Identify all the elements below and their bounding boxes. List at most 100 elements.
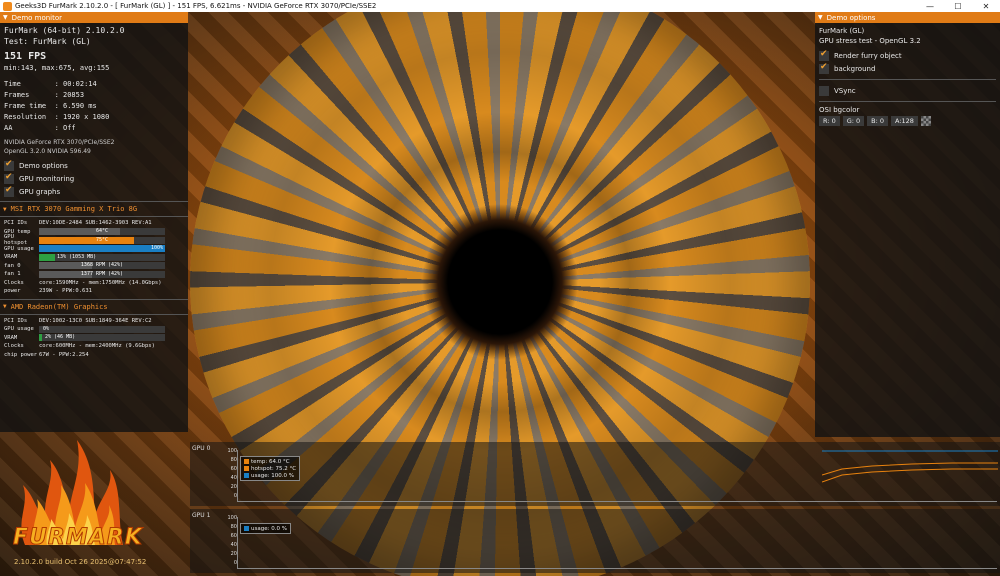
collapse-triangle-icon[interactable]: ▼ <box>3 206 7 213</box>
stat-label: chip power <box>4 351 38 358</box>
clocks-value: core:1590MHz - mem:1750MHz (14.0Gbps) <box>39 279 162 286</box>
pci-ids-value: DEV:1002-13C0 SUB:1849-364E REV:C2 <box>39 317 152 324</box>
gpu1-header[interactable]: ▼ AMD Radeon(TM) Graphics <box>0 302 188 312</box>
demo-options-header[interactable]: ▼ Demo options <box>815 12 1000 23</box>
gpu-usage-bar: 100% <box>39 245 165 253</box>
gpu0-header[interactable]: ▼ MSI RTX 3070 Gamming X Trio 8G <box>0 204 188 214</box>
vsync-checkbox[interactable]: VSync <box>819 84 996 97</box>
window-title: Geeks3D FurMark 2.10.2.0 - [ FurMark (GL… <box>15 2 377 10</box>
checkbox-label: Render furry object <box>834 51 902 60</box>
osi-g-field[interactable]: G: 0 <box>842 116 865 126</box>
stat-label: GPU hotspot <box>4 234 28 247</box>
bar-text: 1368 RPM (42%) <box>80 262 124 269</box>
legend-hotspot: hotspot: 75.2 °C <box>251 465 297 472</box>
minimize-button[interactable]: — <box>916 0 944 12</box>
furmark-logo-text: FURMARK <box>13 525 143 551</box>
graph-label: GPU 0 <box>192 445 211 452</box>
legend-usage: usage: 100.0 % <box>251 472 294 479</box>
gpu1-graph: GPU 1 100 80 60 40 20 0 usage: 0.0 % <box>190 509 1000 573</box>
render-furry-object-checkbox[interactable]: Render furry object <box>819 49 996 62</box>
checkbox-label: Demo options <box>19 161 68 170</box>
temp-line <box>822 468 998 483</box>
checkbox-checked-icon[interactable] <box>819 62 829 74</box>
legend-temp: temp: 64.0 °C <box>251 458 290 465</box>
stat-label: power <box>4 288 21 295</box>
checkbox-unchecked-icon[interactable] <box>819 85 829 96</box>
demo-name: FurMark (GL) <box>819 27 865 35</box>
vram-bar: 2% (46 MB) <box>39 334 165 342</box>
gpu-graphs-checkbox[interactable]: GPU graphs <box>4 185 184 198</box>
stat-label: GPU usage <box>4 245 34 252</box>
checkbox-checked-icon[interactable] <box>819 49 829 61</box>
stat-label: VRAM <box>4 334 18 341</box>
checkbox-label: background <box>834 64 876 73</box>
background-checkbox[interactable]: background <box>819 62 996 75</box>
legend-swatch <box>244 459 249 464</box>
bar-text: 100% <box>150 245 163 252</box>
aa-readout: AA : Off <box>4 124 76 132</box>
checkbox-checked-icon[interactable] <box>4 159 14 171</box>
demo-options-panel: ▼ Demo options FurMark (GL) GPU stress t… <box>815 12 1000 437</box>
bar-text: 13% (1053 MB) <box>57 253 97 260</box>
demo-subtitle: GPU stress test - OpenGL 3.2 <box>819 37 921 45</box>
checkbox-label: VSync <box>834 86 856 95</box>
collapse-triangle-icon[interactable]: ▼ <box>3 14 8 21</box>
collapse-triangle-icon[interactable]: ▼ <box>818 14 823 21</box>
gpu-renderer: NVIDIA GeForce RTX 3070/PCIe/SSE2 <box>4 139 115 146</box>
legend-swatch <box>244 473 249 478</box>
graph-legend: usage: 0.0 % <box>240 523 291 534</box>
power-value: 239W - PPW:0.631 <box>39 288 92 295</box>
window-titlebar: Geeks3D FurMark 2.10.2.0 - [ FurMark (GL… <box>0 0 1000 12</box>
graph-plot-area <box>237 517 997 569</box>
collapse-triangle-icon[interactable]: ▼ <box>3 303 7 310</box>
maximize-button[interactable]: ☐ <box>944 0 972 12</box>
gpu-usage-bar: 0% <box>39 325 165 333</box>
checkbox-checked-icon[interactable] <box>4 185 14 197</box>
demo-monitor-title: Demo monitor <box>11 13 63 22</box>
opengl-version: OpenGL 3.2.0 NVIDIA 596.49 <box>4 148 91 155</box>
time-readout: Time : 00:02:14 <box>4 80 97 88</box>
gpu-hotspot-bar: 75°C <box>39 236 165 244</box>
gpu0-graph: GPU 0 100 80 60 40 20 0 temp: 64.0 °C ho… <box>190 442 1000 506</box>
osi-b-field[interactable]: B: 0 <box>867 116 889 126</box>
stat-label: fan 1 <box>4 271 21 278</box>
legend-swatch <box>244 466 249 471</box>
demo-monitor-header[interactable]: ▼ Demo monitor <box>0 12 188 23</box>
stat-label: PCI IDs <box>4 317 28 324</box>
osi-a-field[interactable]: A:128 <box>891 116 918 126</box>
legend-swatch <box>244 526 249 531</box>
bar-text: 64°C <box>95 228 109 235</box>
demo-monitor-panel: ▼ Demo monitor FurMark (64-bit) 2.10.2.0… <box>0 12 188 432</box>
gpu0-graph-lines <box>822 450 998 483</box>
frame-time-readout: Frame time : 6.590 ms <box>4 102 97 110</box>
checkbox-label: GPU monitoring <box>19 174 75 183</box>
fan1-bar: 1377 RPM (42%) <box>39 270 165 278</box>
fps-value: 151 FPS <box>4 51 47 62</box>
color-swatch[interactable] <box>920 116 931 126</box>
demo-options-title: Demo options <box>826 13 876 22</box>
close-button[interactable]: ✕ <box>972 0 1000 12</box>
bar-text: 75°C <box>95 236 109 243</box>
test-name: Test: FurMark (GL) <box>4 37 91 46</box>
chip-power-value: 67W - PPW:2.254 <box>39 351 89 358</box>
app-icon <box>3 1 12 11</box>
gpu1-name: AMD Radeon(TM) Graphics <box>10 302 108 311</box>
bar-text: 0% <box>43 325 50 332</box>
vram-bar: 13% (1053 MB) <box>39 253 165 261</box>
checkbox-checked-icon[interactable] <box>4 172 14 184</box>
tick-label: 100 <box>227 515 237 521</box>
resolution-readout: Resolution : 1920 x 1080 <box>4 113 110 121</box>
osi-r-field[interactable]: R: 0 <box>819 116 840 126</box>
fan0-bar: 1368 RPM (42%) <box>39 262 165 270</box>
demo-options-checkbox[interactable]: Demo options <box>4 159 184 172</box>
osi-bgcolor-label: OSI bgcolor <box>819 106 860 114</box>
frames-readout: Frames : 20853 <box>4 91 85 99</box>
build-info: 2.10.2.0 build Oct 26 2025@07:47:52 <box>14 558 147 566</box>
graph-label: GPU 1 <box>192 512 211 519</box>
gpu-temp-bar: 64°C <box>39 228 165 236</box>
stat-label: Clocks <box>4 279 24 286</box>
tick-label: 100 <box>227 448 237 454</box>
gpu-monitoring-checkbox[interactable]: GPU monitoring <box>4 172 184 185</box>
app-version: FurMark (64-bit) 2.10.2.0 <box>4 26 125 35</box>
legend-usage: usage: 0.0 % <box>251 525 287 532</box>
